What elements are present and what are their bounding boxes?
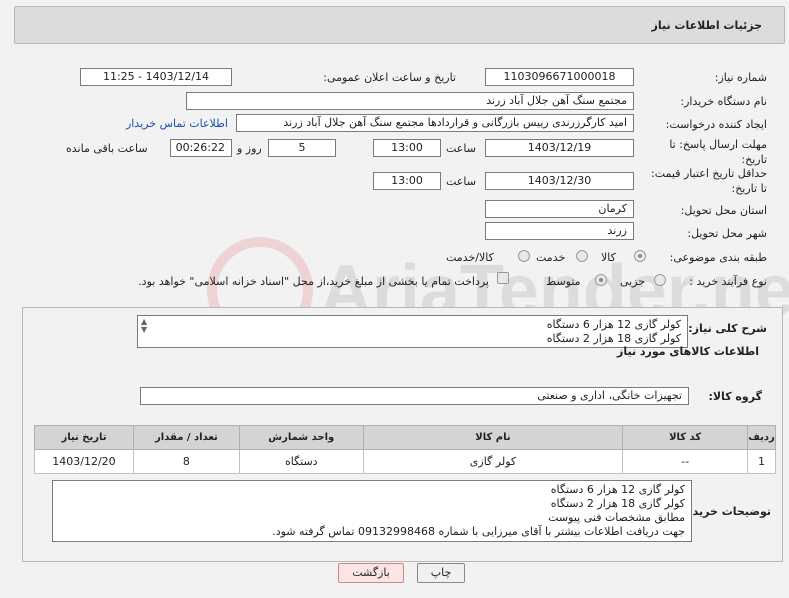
col-unit: واحد شمارش — [238, 425, 364, 450]
announce-label: تاریخ و ساعت اعلان عمومی: — [323, 71, 456, 84]
col-date: تاریخ نیاز — [34, 425, 134, 450]
process-option-minor: جزیی — [620, 275, 646, 288]
city-field[interactable]: زرند — [485, 222, 634, 240]
province-field[interactable]: کرمان — [485, 200, 634, 218]
col-quantity: تعداد / مقدار — [132, 425, 240, 450]
category-option-service: خدمت — [536, 251, 566, 264]
need-number-field[interactable]: 1103096671000018 — [485, 68, 634, 86]
days-label: روز و — [237, 142, 262, 155]
table-row[interactable]: 1 -- کولر گازی دستگاه 8 1403/12/20 — [34, 449, 776, 474]
summary-label: شرح کلی نیاز: — [688, 322, 767, 335]
buyer-notes-textarea[interactable]: کولر گازی 12 هزار 6 دستگاه کولر گازی 18 … — [52, 480, 692, 542]
buyer-contact-link[interactable]: اطلاعات تماس خریدار — [126, 117, 228, 130]
process-label: نوع فرآیند خرید : — [689, 275, 767, 288]
cell-quantity: 8 — [132, 449, 240, 474]
category-option-goods: کالا — [601, 251, 616, 264]
deadline-date-field[interactable]: 1403/12/19 — [485, 139, 634, 157]
cell-row: 1 — [747, 449, 776, 474]
buyer-field[interactable]: مجتمع سنگ آهن جلال آباد زرند — [186, 92, 634, 110]
page-title: جزئیات اطلاعات نیاز — [651, 19, 763, 32]
page-header: جزئیات اطلاعات نیاز — [14, 6, 785, 44]
deadline-time-field[interactable]: 13:00 — [373, 139, 441, 157]
buyer-notes-line-2: کولر گازی 18 هزار 2 دستگاه — [550, 497, 685, 510]
city-label: شهر محل تحویل: — [687, 227, 767, 240]
days-remaining-field[interactable]: 5 — [268, 139, 336, 157]
summary-line-1: کولر گازی 12 هزار 6 دستگاه — [546, 318, 681, 331]
validity-label: حداقل تاریخ اعتبار قیمت: تا تاریخ: — [651, 167, 767, 195]
buyer-notes-line-4: جهت دریافت اطلاعات بیشتر با آقای میرزایی… — [272, 525, 685, 538]
buyer-label: نام دستگاه خریدار: — [680, 95, 767, 108]
cell-unit: دستگاه — [238, 449, 364, 474]
process-radio-minor[interactable] — [654, 274, 666, 286]
category-option-both: کالا/خدمت — [446, 251, 494, 264]
category-radio-service[interactable] — [576, 250, 588, 262]
buyer-notes-line-1: کولر گازی 12 هزار 6 دستگاه — [550, 483, 685, 496]
creator-field[interactable]: امید کارگرزرندی رییس بازرگانی و قرارداده… — [236, 114, 634, 132]
cell-code: -- — [622, 449, 749, 474]
process-option-medium: متوسط — [546, 275, 581, 288]
summary-textarea[interactable]: کولر گازی 12 هزار 6 دستگاه کولر گازی 18 … — [137, 315, 688, 348]
cell-date: 1403/12/20 — [34, 449, 134, 474]
summary-line-2: کولر گازی 18 هزار 2 دستگاه — [546, 332, 681, 345]
time-remaining-field[interactable]: 00:26:22 — [170, 139, 232, 157]
announce-field[interactable]: 1403/12/14 - 11:25 — [80, 68, 232, 86]
validity-date-field[interactable]: 1403/12/30 — [485, 172, 634, 190]
goods-group-field[interactable]: تجهیزات خانگی، اداری و صنعتی — [140, 387, 689, 405]
print-button[interactable]: چاپ — [417, 563, 465, 583]
validity-time-label: ساعت — [446, 175, 476, 188]
process-radio-medium[interactable] — [595, 274, 607, 286]
buyer-notes-line-3: مطابق مشخصات فنی پیوست — [548, 511, 685, 524]
cell-name: کولر گازی — [362, 449, 624, 474]
col-name: نام کالا — [362, 425, 624, 450]
deadline-label: مهلت ارسال پاسخ: تا تاریخ: — [669, 138, 767, 166]
scroll-arrows-icon[interactable]: ▲ ▼ — [141, 318, 147, 334]
deadline-time-label: ساعت — [446, 142, 476, 155]
time-remaining-label: ساعت باقی مانده — [66, 142, 148, 155]
category-radio-both[interactable] — [518, 250, 530, 262]
buyer-notes-label: توضیحات خریدار: — [678, 505, 771, 518]
goods-table: ردیف کد کالا نام کالا واحد شمارش تعداد /… — [34, 425, 776, 474]
col-row: ردیف — [747, 425, 776, 450]
back-button[interactable]: بازگشت — [338, 563, 404, 583]
category-radio-goods[interactable] — [634, 250, 646, 262]
goods-group-label: گروه کالا: — [708, 390, 762, 403]
treasury-payment-checkbox[interactable] — [497, 272, 509, 284]
col-code: کد کالا — [622, 425, 749, 450]
treasury-payment-note: پرداخت تمام یا بخشی از مبلغ خرید،از محل … — [138, 275, 489, 288]
need-number-label: شماره نیاز: — [714, 71, 767, 84]
validity-time-field[interactable]: 13:00 — [373, 172, 441, 190]
goods-section-title: اطلاعات کالاهای مورد نیاز — [617, 345, 759, 358]
category-label: طبقه بندی موضوعی: — [669, 251, 767, 264]
creator-label: ایجاد کننده درخواست: — [665, 118, 767, 131]
goods-table-header: ردیف کد کالا نام کالا واحد شمارش تعداد /… — [34, 425, 776, 450]
province-label: استان محل تحویل: — [680, 204, 767, 217]
